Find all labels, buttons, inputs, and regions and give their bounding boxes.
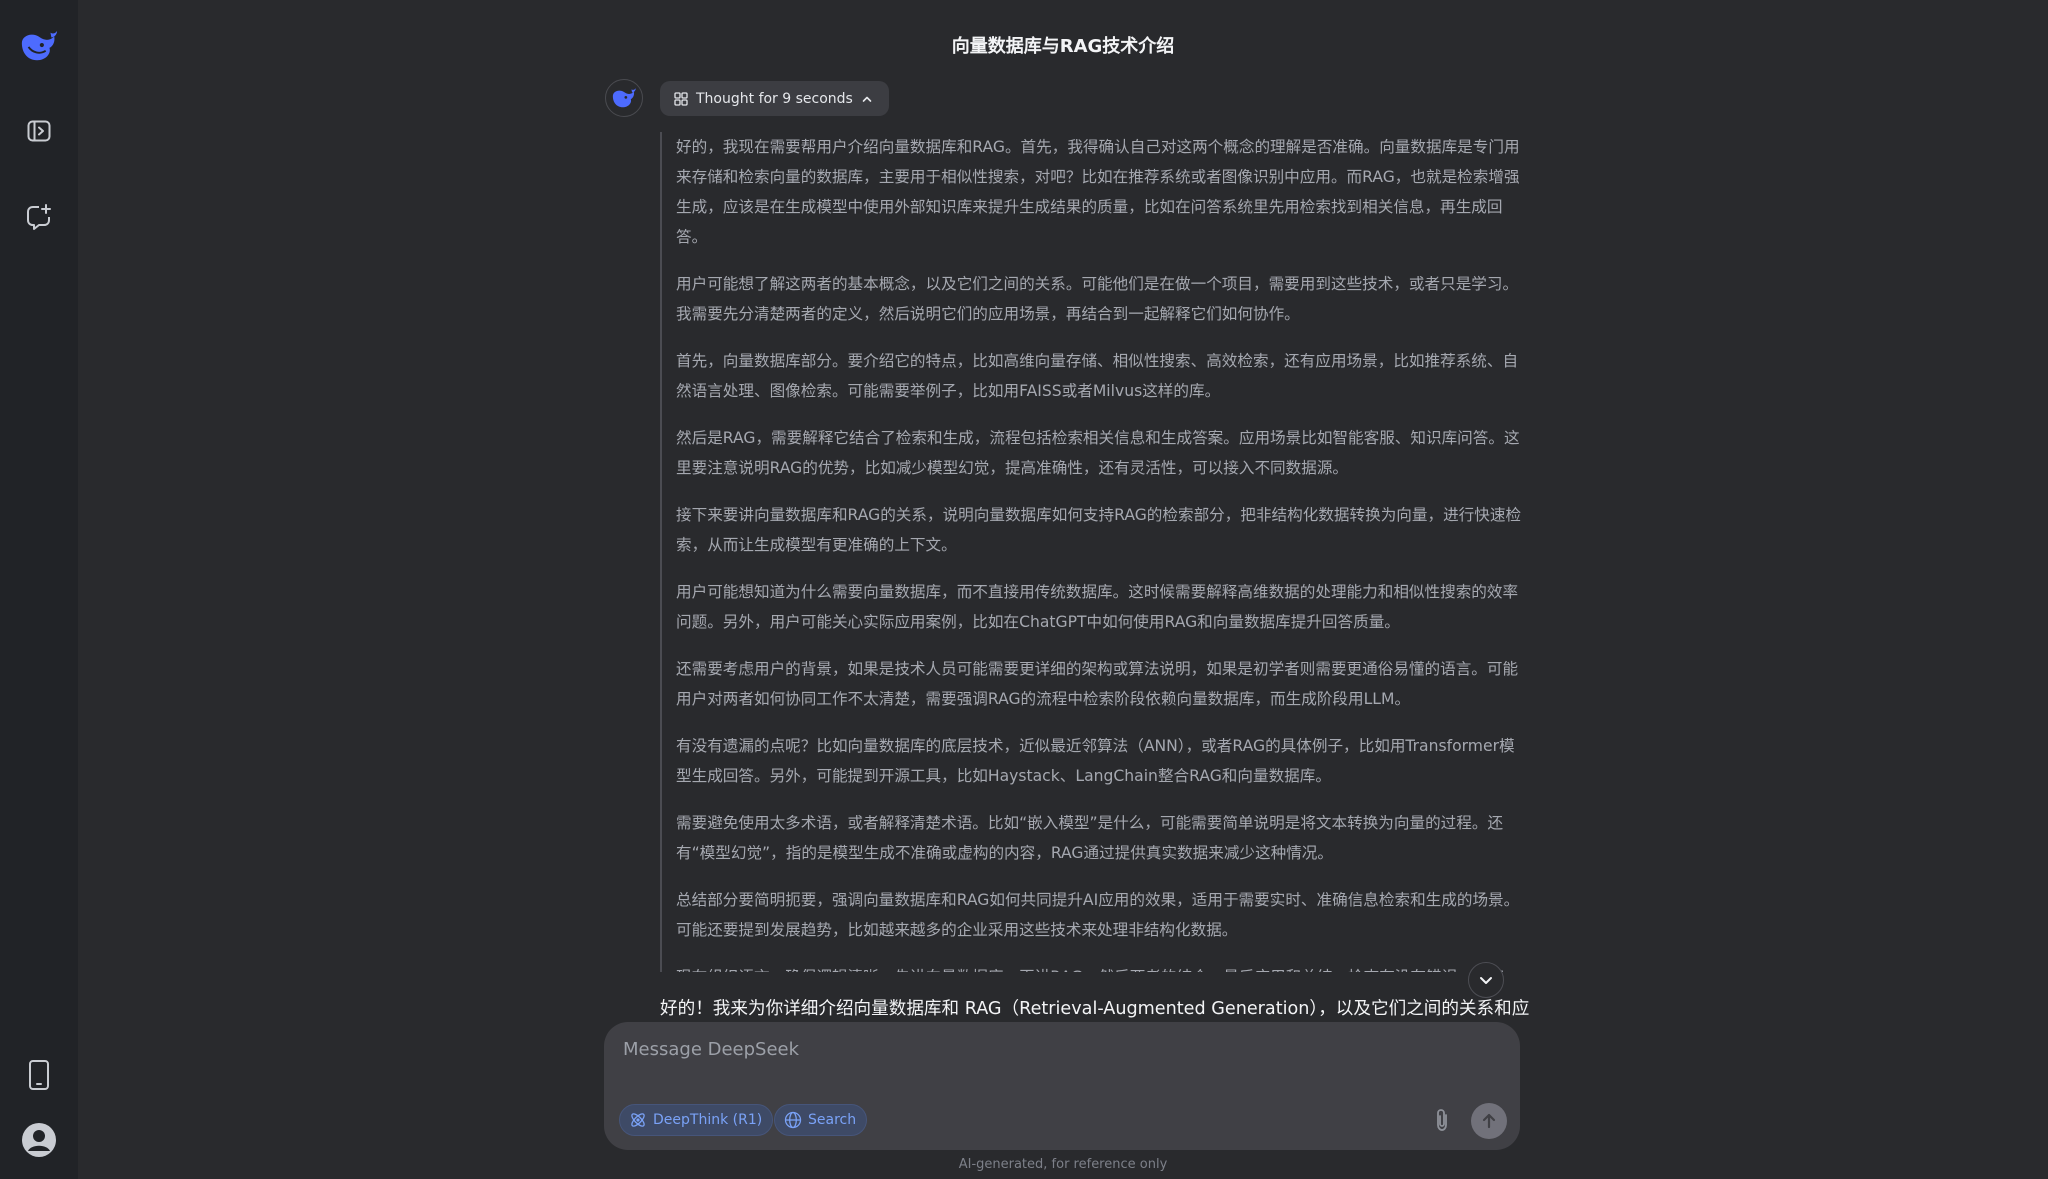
atom-icon	[674, 91, 688, 106]
chevron-down-icon	[1480, 977, 1492, 984]
thinking-paragraph: 现在组织语言，确保逻辑清晰，先讲向量数据库，再讲RAG，然后两者的结合，最后应用…	[676, 962, 1522, 972]
scroll-to-bottom-button[interactable]	[1468, 962, 1504, 998]
thinking-paragraph: 接下来要讲向量数据库和RAG的关系，说明向量数据库如何支持RAG的检索部分，把非…	[676, 506, 1522, 554]
chevron-up-icon	[862, 96, 872, 102]
attach-file-button[interactable]	[1426, 1104, 1458, 1136]
thinking-paragraph: 还需要考虑用户的背景，如果是技术人员可能需要更详细的架构或算法说明，如果是初学者…	[676, 660, 1519, 708]
assistant-answer: 好的！我来为你详细介绍向量数据库和 RAG（Retrieval-Augmente…	[660, 999, 1530, 1019]
thinking-paragraph: 用户可能想知道为什么需要向量数据库，而不直接用传统数据库。这时候需要解释高维数据…	[676, 583, 1519, 631]
send-button[interactable]	[1471, 1103, 1507, 1139]
thinking-paragraph: 有没有遗漏的点呢？比如向量数据库的底层技术，近似最近邻算法（ANN），或者RAG…	[676, 737, 1515, 785]
user-avatar-icon	[22, 1123, 56, 1157]
assistant-avatar	[605, 79, 643, 117]
ai-disclaimer: AI-generated, for reference only	[958, 1157, 1168, 1172]
message-input[interactable]	[621, 1038, 1495, 1061]
deepthink-toggle-button[interactable]: DeepThink (R1)	[619, 1104, 774, 1136]
thinking-paragraph: 然后是RAG，需要解释它结合了检索和生成，流程包括检索相关信息和生成答案。应用场…	[676, 429, 1520, 477]
deepthink-label: DeepThink (R1)	[653, 1112, 763, 1128]
conversation-title: 向量数据库与RAG技术介绍	[951, 36, 1175, 57]
mobile-app-button[interactable]	[19, 1055, 59, 1095]
thought-toggle-button[interactable]: Thought for 9 seconds	[660, 81, 889, 116]
deepseek-whale-icon	[21, 30, 58, 61]
arrow-up-icon	[1482, 1113, 1496, 1129]
deepseek-whale-icon	[612, 88, 636, 108]
message-composer: DeepThink (R1) Search	[604, 1022, 1520, 1150]
deepseek-logo[interactable]	[19, 26, 59, 66]
search-label: Search	[808, 1112, 857, 1128]
search-toggle-button[interactable]: Search	[774, 1104, 868, 1136]
thinking-paragraph: 总结部分要简明扼要，强调向量数据库和RAG如何共同提升AI应用的效果，适用于需要…	[676, 891, 1520, 939]
globe-icon	[784, 1111, 802, 1129]
mobile-phone-icon	[29, 1060, 49, 1090]
thinking-paragraph: 首先，向量数据库部分。要介绍它的特点，比如高维向量存储、相似性搜索、高效检索，还…	[676, 352, 1519, 400]
new-chat-icon	[27, 204, 51, 230]
thinking-content: 好的，我现在需要帮用户介绍向量数据库和RAG。首先，我得确认自己对这两个概念的理…	[660, 132, 1522, 972]
profile-button[interactable]	[19, 1120, 59, 1160]
sidebar-toggle-button[interactable]	[19, 111, 59, 151]
thinking-paragraph: 好的，我现在需要帮用户介绍向量数据库和RAG。首先，我得确认自己对这两个概念的理…	[676, 138, 1520, 246]
sidebar	[0, 0, 78, 1179]
thinking-paragraph: 需要避免使用太多术语，或者解释清楚术语。比如“嵌入模型”是什么，可能需要简单说明…	[676, 814, 1504, 862]
thought-duration-label: Thought for 9 seconds	[696, 90, 853, 107]
sidebar-toggle-icon	[27, 120, 51, 142]
new-chat-button[interactable]	[19, 197, 59, 237]
paperclip-icon	[1437, 1109, 1447, 1131]
atom-icon	[631, 1113, 645, 1127]
thinking-paragraph: 用户可能想了解这两者的基本概念，以及它们之间的关系。可能他们是在做一个项目，需要…	[676, 275, 1519, 323]
